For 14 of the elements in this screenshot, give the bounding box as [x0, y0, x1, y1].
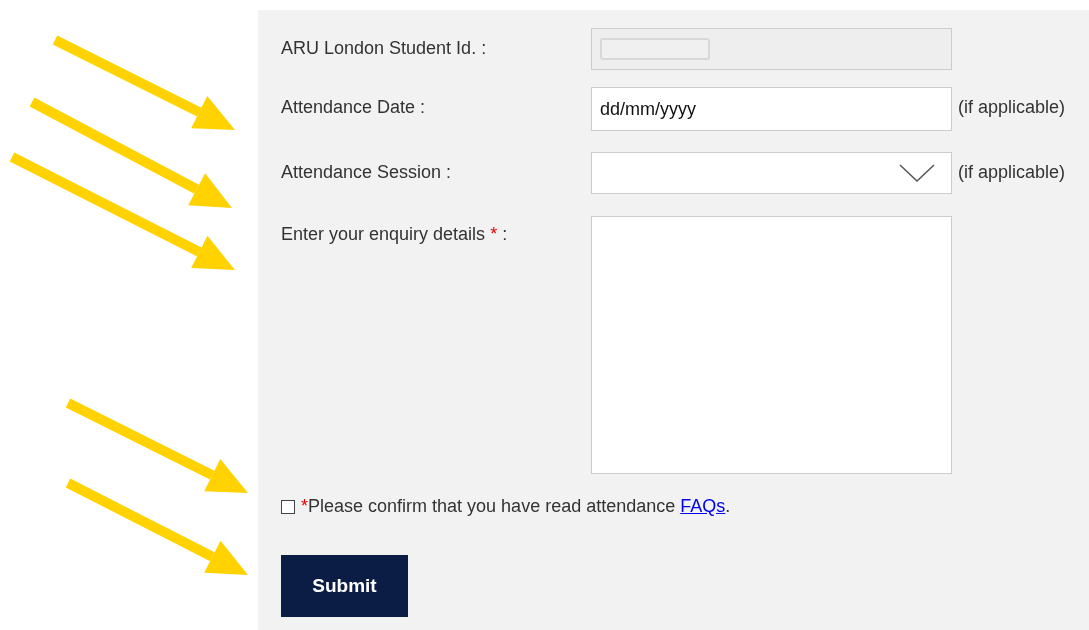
submit-button[interactable]: Submit — [281, 555, 408, 617]
field-label: ARU London Student Id. : — [281, 37, 488, 59]
confirm-text: *Please confirm that you have read attendance FAQs. — [301, 496, 731, 517]
faqs-link[interactable]: FAQs — [680, 496, 726, 516]
field-label: Enter your enquiry details * : — [281, 223, 509, 245]
enquiry-textarea[interactable] — [591, 216, 952, 474]
date-field[interactable]: dd/mm/yyyy — [591, 87, 952, 131]
confirm-checkbox[interactable] — [281, 499, 295, 514]
field-label: Attendance Date : — [281, 96, 427, 118]
hint-text: (if applicable) — [958, 96, 1066, 118]
session-dropdown[interactable] — [591, 152, 952, 194]
hint-text: (if applicable) — [958, 161, 1066, 183]
field-label: Attendance Session : — [281, 161, 453, 183]
chevron-down-icon — [899, 164, 935, 182]
